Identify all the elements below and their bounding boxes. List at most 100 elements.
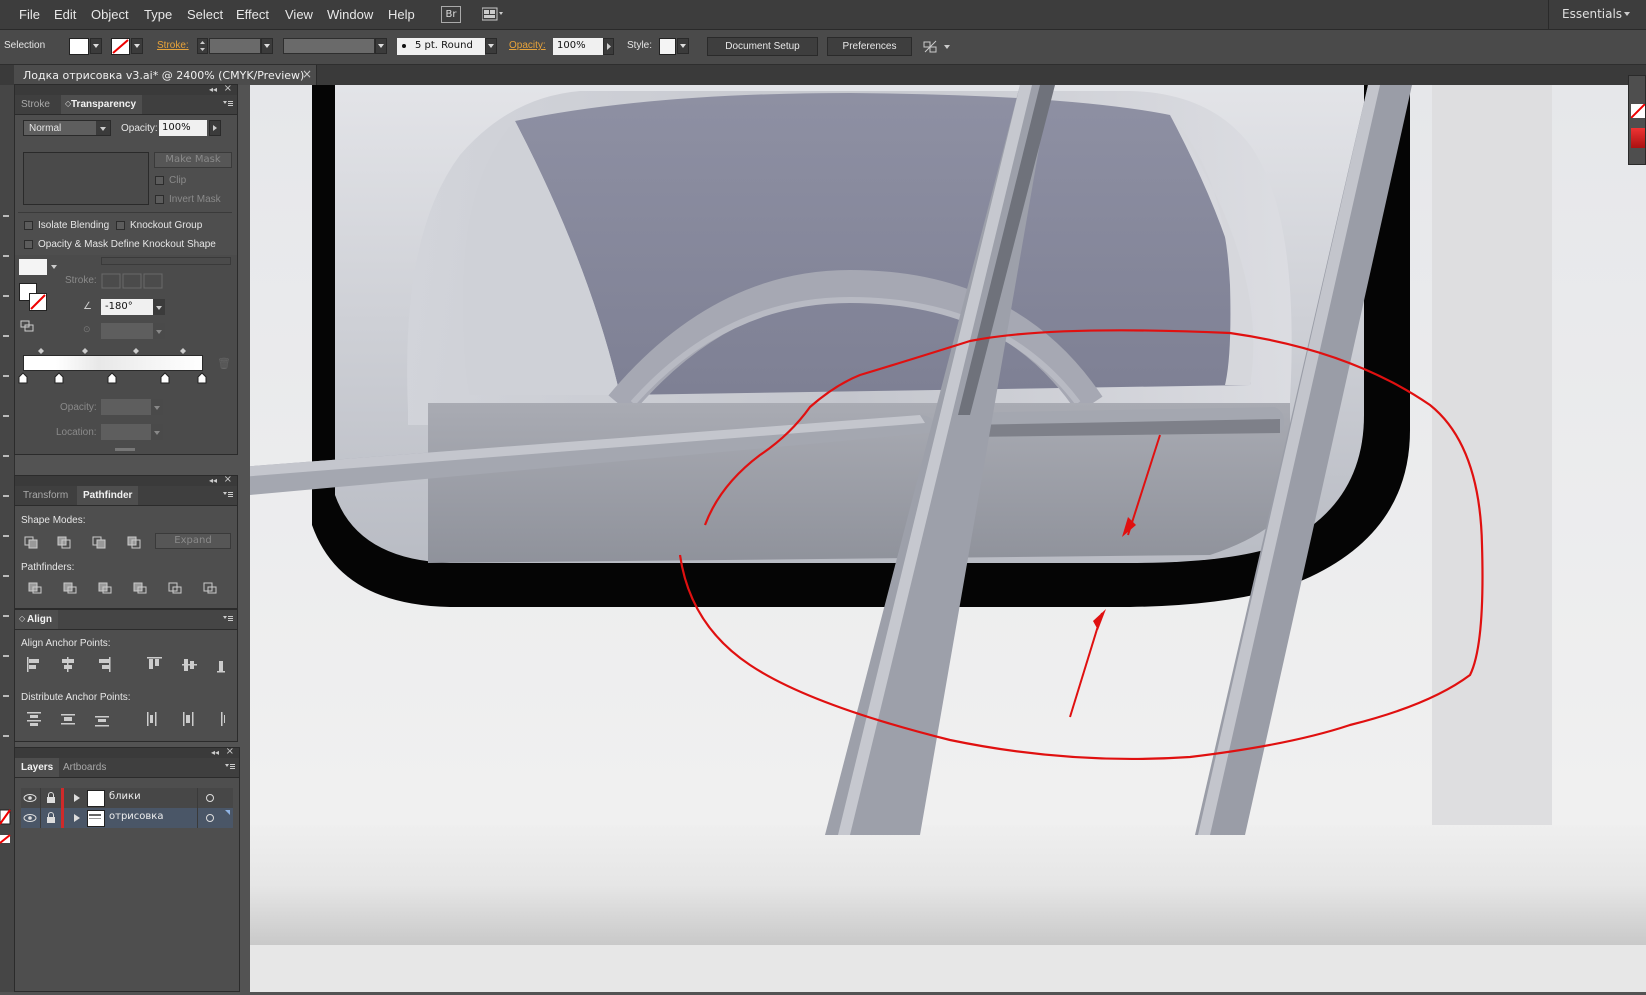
panel-menu-icon[interactable] (223, 101, 233, 107)
stroke-weight-stepper[interactable] (197, 38, 208, 54)
layer-name[interactable]: блики (109, 791, 141, 802)
layer-name[interactable]: отрисовка (109, 811, 163, 822)
document-setup-button[interactable]: Document Setup (707, 37, 818, 56)
gradient-opacity-input[interactable] (101, 399, 151, 415)
menu-edit[interactable]: Edit (54, 7, 76, 22)
opacity-label[interactable]: Opacity: (509, 40, 546, 51)
location-input[interactable] (101, 424, 151, 440)
gradient-type-chevron-icon[interactable] (51, 265, 57, 269)
gradient-stroke-swatch[interactable] (29, 293, 47, 311)
artboard-canvas[interactable] (250, 85, 1646, 992)
transparency-opacity-arrow-icon[interactable] (209, 120, 221, 136)
menu-select[interactable]: Select (187, 7, 223, 22)
delete-stop-icon[interactable]: 🗑 (217, 357, 231, 370)
arrange-documents-icon[interactable] (481, 7, 504, 21)
gradient-stroke-options-icon[interactable] (101, 273, 167, 289)
expand-triangle-icon[interactable] (70, 811, 84, 825)
midpoint-diamonds[interactable] (23, 345, 203, 355)
mask-thumbnail[interactable] (23, 152, 149, 205)
tab-pathfinder[interactable]: Pathfinder (77, 486, 139, 505)
stroke-label[interactable]: Stroke: (157, 40, 189, 51)
menu-object[interactable]: Object (91, 7, 129, 22)
angle-dropdown-icon[interactable] (153, 299, 165, 315)
close-tab-icon[interactable]: × (302, 67, 312, 81)
bridge-button[interactable]: Br (441, 6, 461, 23)
close-panel-icon[interactable]: × (224, 83, 232, 94)
tab-collapse-icon[interactable]: ◇ (65, 99, 71, 108)
target-circle-icon[interactable] (203, 811, 217, 825)
brush-definition[interactable]: 5 pt. Round (397, 38, 485, 55)
target-circle-icon[interactable] (203, 791, 217, 805)
menu-view[interactable]: View (285, 7, 313, 22)
pathfinder-close-icon[interactable]: × (224, 474, 232, 485)
document-tab[interactable]: Лодка отрисовка v3.ai* @ 2400% (CMYK/Pre… (14, 65, 317, 85)
clip-checkbox[interactable] (155, 176, 164, 185)
layer-row[interactable]: блики (21, 788, 233, 809)
layers-collapse-icon[interactable]: ◂◂ (211, 748, 219, 757)
visibility-eye-icon[interactable] (23, 811, 37, 825)
brush-dropdown[interactable] (485, 38, 497, 54)
layers-menu-icon[interactable] (225, 764, 235, 770)
invert-mask-checkbox[interactable] (155, 195, 164, 204)
arrange-icon[interactable] (923, 40, 953, 54)
opacity-mask-define-checkbox[interactable] (24, 240, 33, 249)
variable-width-profile[interactable] (283, 38, 375, 54)
stroke-weight-dropdown[interactable] (261, 38, 273, 54)
tab-artboards[interactable]: Artboards (57, 758, 112, 777)
gradient-swatch[interactable] (19, 259, 47, 275)
stroke-dropdown[interactable] (131, 38, 143, 54)
transparency-opacity-input[interactable]: 100% (159, 120, 207, 136)
fill-dropdown[interactable] (90, 38, 102, 54)
menu-effect[interactable]: Effect (236, 7, 269, 22)
workspace-chevron-icon[interactable] (1624, 12, 1630, 16)
gradient-type-select[interactable] (101, 257, 231, 265)
make-mask-button[interactable]: Make Mask (154, 152, 232, 168)
color-panel-stub[interactable] (1628, 75, 1646, 165)
opacity-arrow-button[interactable] (603, 38, 614, 55)
stroke-swatch[interactable] (111, 38, 130, 55)
graphic-style-dropdown[interactable] (677, 38, 689, 54)
angle-input[interactable]: -180° (101, 299, 153, 315)
tab-transparency[interactable]: Transparency (61, 95, 143, 114)
aspect-ratio-input[interactable] (101, 323, 153, 339)
gradient-slider[interactable] (23, 355, 203, 371)
shape-mode-buttons[interactable] (23, 534, 163, 550)
gradient-opacity-dropdown-icon[interactable] (151, 399, 163, 415)
stroke-weight-input[interactable] (209, 38, 261, 54)
color-spectrum[interactable] (1631, 128, 1645, 148)
blend-mode-select[interactable]: Normal (23, 120, 111, 136)
gradient-annotator-icon[interactable] (19, 319, 35, 333)
color-none-swatch[interactable] (1630, 103, 1646, 119)
menu-file[interactable]: File (19, 7, 40, 22)
layers-close-icon[interactable]: × (226, 746, 234, 757)
gradient-stops[interactable] (18, 372, 208, 384)
tab-layers[interactable]: Layers (15, 758, 60, 777)
workspace-switcher[interactable]: Essentials (1562, 7, 1622, 21)
lock-icon[interactable] (44, 811, 58, 825)
align-menu-icon[interactable] (223, 616, 233, 622)
align-collapse-icon[interactable]: ◇ (19, 614, 25, 623)
aspect-ratio-dropdown-icon[interactable] (153, 323, 165, 339)
align-anchor-buttons[interactable] (25, 656, 225, 674)
lock-icon[interactable] (44, 791, 58, 805)
pathfinder-buttons[interactable] (27, 580, 227, 596)
pathfinder-menu-icon[interactable] (223, 492, 233, 498)
location-dropdown-icon[interactable] (151, 424, 163, 440)
pathfinder-collapse-icon[interactable]: ◂◂ (209, 476, 217, 485)
expand-triangle-icon[interactable] (70, 791, 84, 805)
variable-width-dropdown[interactable] (375, 38, 387, 54)
fill-swatch[interactable] (69, 38, 89, 55)
expand-button[interactable]: Expand (155, 533, 231, 549)
preferences-button[interactable]: Preferences (827, 37, 912, 56)
menu-window[interactable]: Window (327, 7, 373, 22)
opacity-input[interactable]: 100% (553, 38, 603, 55)
tab-transform[interactable]: Transform (17, 486, 74, 505)
menu-type[interactable]: Type (144, 7, 172, 22)
panel-resize-handle[interactable] (115, 448, 135, 451)
collapse-icon[interactable]: ◂◂ (209, 85, 217, 94)
graphic-style-swatch[interactable] (659, 38, 676, 55)
menu-help[interactable]: Help (388, 7, 415, 22)
knockout-group-checkbox[interactable] (116, 221, 125, 230)
isolate-blending-checkbox[interactable] (24, 221, 33, 230)
distribute-anchor-buttons[interactable] (25, 710, 225, 728)
